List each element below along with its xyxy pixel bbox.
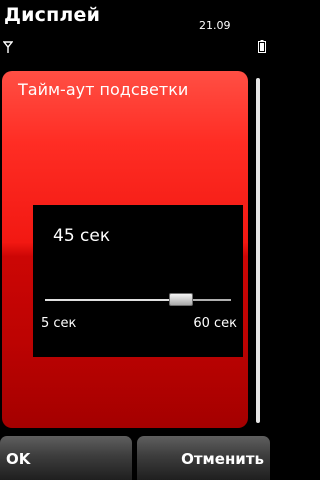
- slider-value-text: 45 сек: [53, 226, 111, 246]
- slider-fill: [45, 299, 181, 301]
- ok-button-label: OK: [6, 450, 31, 468]
- cancel-button-label: Отменить: [181, 450, 264, 468]
- slider-min-label: 5 сек: [41, 316, 77, 331]
- slider-max-label: 60 сек: [193, 316, 237, 331]
- backlight-timeout-label: Тайм-аут подсветки: [18, 80, 189, 99]
- clock: 21.09: [199, 19, 231, 32]
- scrollbar[interactable]: [256, 78, 260, 423]
- screen-title: Дисплей: [4, 4, 101, 26]
- slider-popup: 45 сек 5 сек 60 сек: [33, 205, 243, 357]
- antenna-signal-icon: [3, 41, 13, 53]
- slider-handle[interactable]: [168, 293, 193, 306]
- battery-icon: [258, 40, 266, 53]
- slider-track[interactable]: [45, 293, 231, 306]
- cancel-button[interactable]: Отменить: [137, 436, 270, 480]
- ok-button[interactable]: OK: [0, 436, 132, 480]
- status-bar: Дисплей 21.09: [0, 0, 270, 64]
